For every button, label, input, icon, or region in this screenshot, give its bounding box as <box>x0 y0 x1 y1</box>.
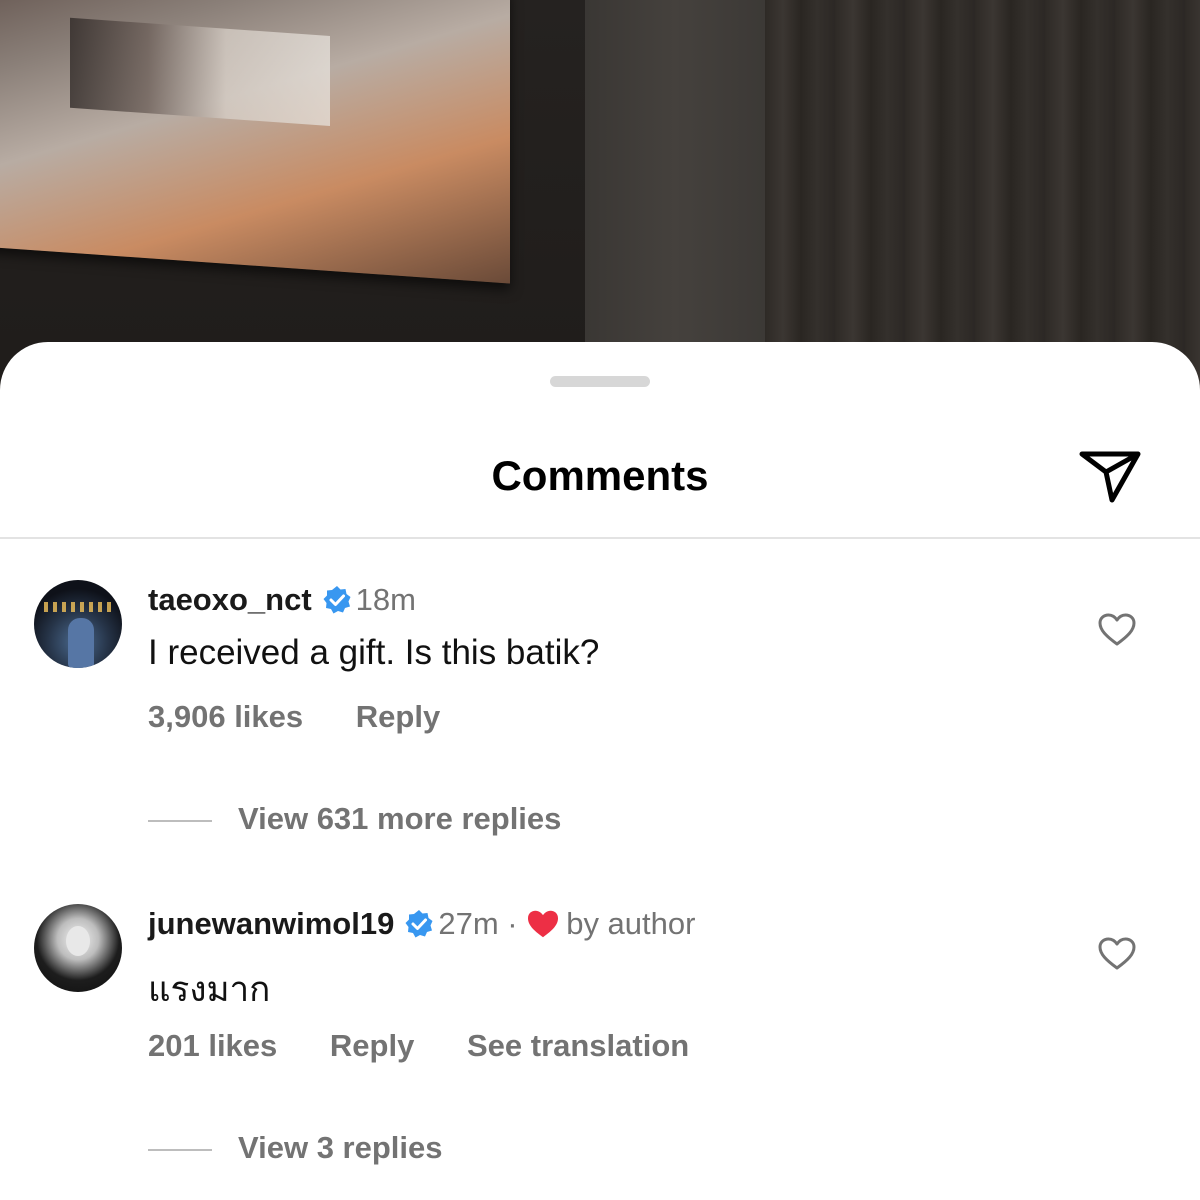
like-button[interactable] <box>1098 613 1136 647</box>
heart-outline-icon <box>1098 937 1136 970</box>
author-liked-heart-icon <box>528 910 559 938</box>
view-replies-link[interactable]: View 3 replies <box>148 1130 443 1166</box>
view-replies-label: View 3 replies <box>238 1130 443 1165</box>
comment-actions: 201 likes Reply See translation <box>148 1028 689 1064</box>
replies-line <box>148 819 212 822</box>
replies-line <box>148 1148 212 1151</box>
comment-header: taeoxo_nct 18m <box>148 582 416 618</box>
comment-text: I received a gift. Is this batik? <box>148 633 600 672</box>
comment-username[interactable]: junewanwimol19 <box>148 906 394 941</box>
liked-by-author-label: by author <box>566 906 696 941</box>
comment-actions: 3,906 likes Reply <box>148 699 440 735</box>
avatar[interactable] <box>34 904 122 992</box>
avatar[interactable] <box>34 580 122 668</box>
painting <box>0 0 510 284</box>
comments-sheet: Comments taeoxo_nct 18m I received a gift… <box>0 342 1200 1200</box>
comment-header: junewanwimol19 27m · by author <box>148 906 695 942</box>
view-replies-label: View 631 more replies <box>238 801 562 836</box>
verified-badge-icon <box>323 586 351 614</box>
heart-outline-icon <box>1098 613 1136 646</box>
comment-time: 27m · <box>438 906 527 941</box>
likes-count[interactable]: 201 likes <box>148 1028 277 1063</box>
reply-button[interactable]: Reply <box>356 699 440 734</box>
like-button[interactable] <box>1098 937 1136 971</box>
comment-text: แรงมาก <box>148 970 271 1009</box>
sheet-title: Comments <box>491 452 709 499</box>
paper-plane-icon <box>1079 451 1141 503</box>
comment-time: 18m <box>355 582 416 617</box>
see-translation-button[interactable]: See translation <box>467 1028 689 1063</box>
reply-button[interactable]: Reply <box>330 1028 414 1063</box>
sheet-grabber-handle[interactable] <box>550 376 650 387</box>
comment-username[interactable]: taeoxo_nct <box>148 582 312 617</box>
verified-badge-icon <box>405 910 433 938</box>
share-button[interactable] <box>1076 446 1144 506</box>
likes-count[interactable]: 3,906 likes <box>148 699 303 734</box>
header-divider <box>0 537 1200 539</box>
view-replies-link[interactable]: View 631 more replies <box>148 801 561 837</box>
